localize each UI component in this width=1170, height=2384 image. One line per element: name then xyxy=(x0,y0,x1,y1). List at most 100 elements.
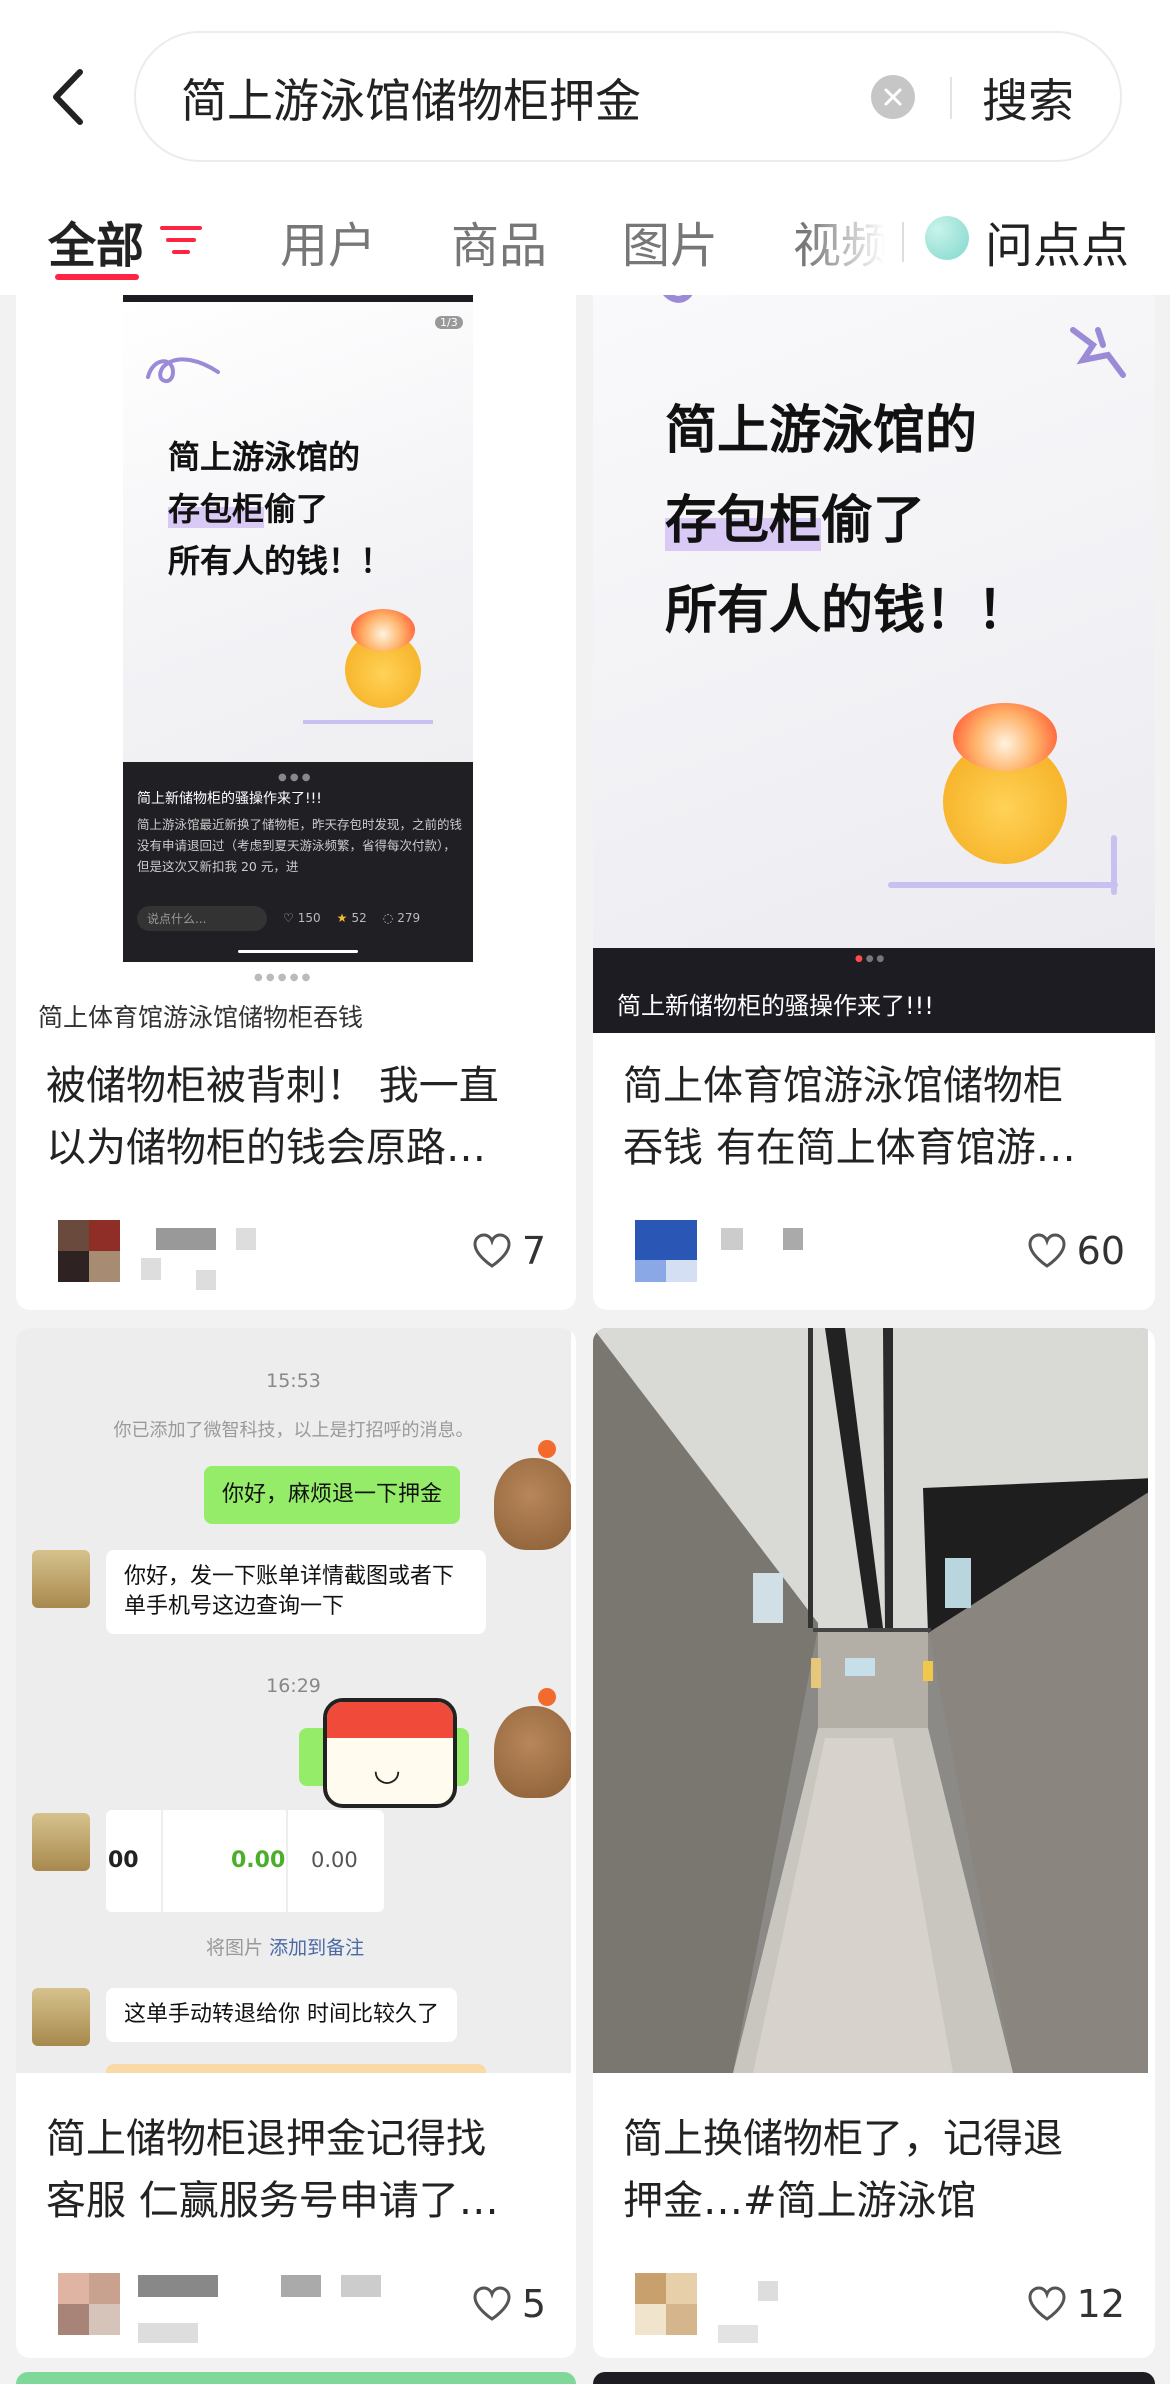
squiggle-decoration xyxy=(146,357,220,383)
carousel-dots: ● ● ● xyxy=(278,772,311,783)
tab-images[interactable]: 图片 xyxy=(622,206,718,276)
heart-icon: ♡ xyxy=(283,911,294,925)
card-cover-image: 1/3 简上游泳馆的 存包柜偷了 所有人的钱！！ ● ● ● 简上新储物柜的骚操… xyxy=(123,294,473,964)
search-header: 简上游泳馆储物柜押金 搜索 全部 用户 商品 图片 问点点 xyxy=(0,0,1170,295)
card-footer: 5 xyxy=(16,2263,576,2353)
exploding-head-emoji xyxy=(943,702,1067,864)
note-card[interactable]: 1/3 简上游泳馆的 存包柜偷了 所有人的钱！！ ● ● ● 简上新储物柜的骚操… xyxy=(16,260,576,1310)
card-title-line-1: 简上换储物柜了，记得退 xyxy=(623,2116,1063,2162)
back-button[interactable] xyxy=(40,62,100,132)
author-name-blur xyxy=(281,2275,321,2297)
chat-avatar xyxy=(32,1550,90,1608)
panel-stars: 52 xyxy=(351,911,367,925)
image-carousel-dots: ● ● ● ● ● xyxy=(254,972,311,983)
like-count: 5 xyxy=(521,2282,546,2326)
tab-users[interactable]: 用户 xyxy=(280,206,376,276)
search-button[interactable]: 搜索 xyxy=(982,65,1074,131)
card-cover-image: 简上游泳馆的 存包柜偷了 所有人的钱！！ xyxy=(593,260,1155,948)
chat-timestamp: 15:53 xyxy=(266,1370,321,1392)
chat-timestamp: 16:29 xyxy=(266,1675,321,1697)
underline-decoration xyxy=(1111,835,1117,895)
search-divider xyxy=(950,77,952,119)
author-name-blur xyxy=(236,1228,256,1250)
headline-rest: 偷了 xyxy=(264,490,329,528)
like-button[interactable]: 7 xyxy=(472,1226,546,1276)
author-name[interactable] xyxy=(156,1228,216,1250)
sparkle-decoration xyxy=(1070,327,1126,378)
underline-decoration xyxy=(303,720,433,724)
note-card[interactable]: 15:53 你已添加了微智科技，以上是打招呼的消息。 你好，麻烦退一下押金 你好… xyxy=(16,1328,576,2358)
bill-amount: 0.00 xyxy=(311,1848,358,1872)
headline-line-3: 所有人的钱！！ xyxy=(665,581,1030,641)
add-note-link: 添加到备注 xyxy=(269,1937,365,1959)
home-indicator xyxy=(238,950,358,953)
image-note-text: 将图片 添加到备注 xyxy=(206,1933,364,1960)
author-name-blur xyxy=(341,2275,381,2297)
heart-icon xyxy=(473,2286,511,2321)
headline-highlight: 存包柜 xyxy=(665,491,822,551)
bill-card: 00 0.00 0.00 xyxy=(106,1810,384,1912)
like-button[interactable]: 5 xyxy=(472,2279,546,2329)
headline-line-2: 存包柜偷了 xyxy=(665,478,925,553)
tab-fade-overlay xyxy=(805,200,905,290)
card-footer: 12 xyxy=(593,2263,1155,2353)
filter-icon[interactable] xyxy=(160,220,202,264)
note-card[interactable]: 简上游泳馆的 存包柜偷了 所有人的钱！！ ● ● ● 简上新储物柜的骚操作来了!… xyxy=(593,260,1155,1310)
tab-products[interactable]: 商品 xyxy=(451,206,547,276)
capybara-avatar xyxy=(494,1440,571,1550)
search-input[interactable]: 简上游泳馆储物柜押金 搜索 xyxy=(134,31,1122,162)
card-footer: 7 xyxy=(16,1210,576,1300)
author-name[interactable] xyxy=(758,2281,778,2301)
image-note-label: 将图片 xyxy=(206,1937,264,1959)
exploding-head-emoji xyxy=(345,609,421,708)
like-button[interactable]: 60 xyxy=(1027,1226,1125,1276)
clear-button[interactable] xyxy=(871,75,915,119)
wendian-icon xyxy=(925,216,969,260)
author-name-blur xyxy=(783,1228,803,1250)
bill-amount: 0.00 xyxy=(231,1848,286,1873)
like-count: 12 xyxy=(1076,2282,1125,2326)
search-query-text: 简上游泳馆储物柜押金 xyxy=(181,74,641,128)
author-name[interactable] xyxy=(138,2275,218,2297)
author-name-blur xyxy=(138,2323,198,2343)
headline-line-1: 简上游泳馆的 xyxy=(168,438,361,476)
heart-icon xyxy=(1028,2286,1066,2321)
cover-banner: ● ● ● 简上新储物柜的骚操作来了!!! xyxy=(593,948,1155,1033)
headline-line-2: 存包柜偷了 xyxy=(168,484,328,530)
card-title-line-2: 以为储物柜的钱会原路… xyxy=(46,1125,486,1171)
like-count: 60 xyxy=(1076,1229,1125,1273)
close-icon xyxy=(884,88,902,106)
card-caption: 简上体育馆游泳馆储物柜吞钱 xyxy=(38,1003,364,1032)
star-icon: ★ xyxy=(336,911,348,925)
author-name-blur xyxy=(141,1258,161,1280)
active-tab-indicator xyxy=(55,274,139,280)
author-avatar[interactable] xyxy=(58,1220,120,1282)
next-card-peek xyxy=(16,2372,576,2384)
tab-wendian[interactable]: 问点点 xyxy=(985,206,1129,276)
calendar-sticker: ◡ xyxy=(323,1698,457,1808)
comment-input: 说点什么... xyxy=(137,905,267,931)
next-card-peek xyxy=(593,2372,1155,2384)
card-title-line-2: 押金…#简上游泳馆 xyxy=(623,2178,977,2224)
card-title-line-2: 吞钱 有在简上体育馆游… xyxy=(623,1125,1076,1171)
heart-icon xyxy=(473,1233,511,1268)
author-avatar[interactable] xyxy=(58,2273,120,2335)
search-results-page: 简上游泳馆储物柜押金 搜索 全部 用户 商品 图片 问点点 1/3 简上游泳馆的… xyxy=(0,0,1170,2384)
tab-separator xyxy=(902,222,904,262)
note-card[interactable]: 简上换储物柜了，记得退 押金…#简上游泳馆 12 xyxy=(593,1328,1155,2358)
page-indicator: 1/3 xyxy=(435,316,463,329)
card-title-line-1: 简上储物柜退押金记得找 xyxy=(46,2116,486,2162)
bill-amount: 00 xyxy=(108,1848,139,1873)
panel-likes: 150 xyxy=(297,911,321,925)
author-name[interactable] xyxy=(721,1228,743,1250)
author-avatar[interactable] xyxy=(635,1220,697,1282)
headline-rest: 偷了 xyxy=(821,491,926,551)
carousel-dots: ● ● ● xyxy=(855,954,885,964)
panel-comments: 279 xyxy=(397,911,421,925)
author-avatar[interactable] xyxy=(635,2273,697,2335)
headline-line-1: 简上游泳馆的 xyxy=(665,401,978,461)
card-title-line-1: 简上体育馆游泳馆储物柜 xyxy=(623,1063,1063,1109)
tab-all[interactable]: 全部 xyxy=(48,206,144,276)
note-cover: 1/3 简上游泳馆的 存包柜偷了 所有人的钱！！ xyxy=(123,302,473,762)
like-button[interactable]: 12 xyxy=(1027,2279,1125,2329)
